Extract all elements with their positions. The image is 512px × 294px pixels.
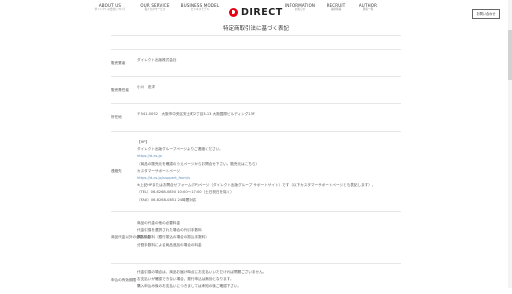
row-value: 【HP】 ダイレクト出版グループページよりご連絡ください。 https://d-… [137,139,375,204]
row-line: カスタマーサポートページ [137,168,180,173]
row-line: 購入申込み後のお支払いにつきましては承知の後ご確認下さい。 [137,284,242,289]
nav-about-us[interactable]: ABOUT US ダイレクトの会社について [92,4,128,12]
row-line: 購入手数料（銀行振込の場合の振込手数料） [137,235,209,240]
row-line: 代金引換を選択された場合の代引手数料 [137,228,202,233]
table-row: 申込の有効期限 代金引換の場合は、商品お届け時点にお支払いいただければ問題ござい… [111,263,401,294]
page-title: 特定商取引法に基づく表記 [222,26,289,32]
nav-our-service-sub: 私たちのサービス [144,8,166,11]
table-row: 連絡先 【HP】 ダイレクト出版グループページよりご連絡ください。 https:… [111,131,401,211]
row-line: 分割手数料による商品追加の場合の料金 [137,242,202,247]
row-label: 申込の有効期限 [111,278,137,282]
nav-recruit-sub: 採用情報 [330,8,342,11]
nav-author-sub: 著者一覧 [362,8,374,11]
row-value: 小川 忠洋 [137,84,155,91]
table-row: 販売責任者 小川 忠洋 [111,76,401,103]
scrollbar-thumb[interactable] [508,30,512,80]
row-label: 所在地 [111,115,122,119]
row-line: 小川 忠洋 [137,85,155,89]
row-line: （商品の販売元を確認のうえページからお問合せ下さい。販売元はこちら） [137,161,260,166]
table-row: 所在地 〒541-0052 大阪市中央区安土町2丁目3-13 大阪国際ビルディン… [111,103,401,131]
page-scrollbar[interactable] [508,0,512,288]
nav-our-service[interactable]: OUR SERVICE 私たちのサービス [137,4,173,12]
row-line: （TEL）06-6268-0850 10:00〜17:00（土日祝日を除く） [137,190,234,195]
row-line: 【HP】 [137,140,150,144]
row-line: （FAX）06-6268-0851 24時間対応 [137,197,197,202]
table-row: 商品代金以外の必要料金 商品の代金の他の必要料金 代金引換を選択された場合の代引… [111,211,401,263]
row-label: 販売業者 [111,61,126,65]
row-value: 代金引換の場合は、商品お届け時点にお支払いいただければ問題ございません。 お支払… [137,269,266,291]
row-line: 〒541-0052 大阪市中央区安土町2丁目3-13 大阪国際ビルディング13F [137,112,255,116]
nav-information[interactable]: INFORMATION お知らせ [280,4,320,12]
row-line: 代金引換の場合は、商品お届け時点にお支払いいただければ問題ございません。 [137,270,267,274]
row-label: 連絡先 [111,169,122,173]
table-row: 販売業者 ダイレクト出版株式会社 [111,49,401,76]
title-divider [111,35,401,36]
site-logo[interactable]: DIRECT [229,6,283,18]
row-label: 販売責任者 [111,88,129,92]
row-line: ダイレクト出版株式会社 [137,58,177,62]
support-form-link[interactable]: https://d-cs.jp/support_form/s [137,175,375,182]
hp-link[interactable]: https://d-cs.jp [137,153,375,160]
site-header: ABOUT US ダイレクトの会社について OUR SERVICE 私たちのサー… [0,0,512,22]
nav-business-model-sub: ビジネスモデル [190,8,210,11]
row-value: 〒541-0052 大阪市中央区安土町2丁目3-13 大阪国際ビルディング13F [137,111,255,118]
row-value: ダイレクト出版株式会社 [137,57,177,64]
legal-info-table: 販売業者 ダイレクト出版株式会社 販売責任者 小川 忠洋 所在地 〒541-00… [111,49,401,294]
logo-text: DIRECT [241,6,283,18]
nav-about-us-sub: ダイレクトの会社について [94,8,126,11]
nav-business-model[interactable]: BUSINESS MODEL ビジネスモデル [178,4,222,12]
row-line: ダイレクト出版グループページよりご連絡ください。 [137,147,223,152]
row-value: 商品の代金の他の必要料金 代金引換を選択された場合の代引手数料 購入手数料（銀行… [137,220,209,249]
nav-recruit[interactable]: RECRUIT 採用情報 [322,4,350,12]
row-line: 商品の代金の他の必要料金 [137,221,181,225]
row-line: ※上記HPまたはお問合せフォーム(TP)ページ（ダイレクト出版グループ サポート… [137,183,376,188]
nav-information-sub: お知らせ [294,8,306,11]
contact-button[interactable]: お問い合わせ [472,9,500,19]
logo-mark-icon [229,7,238,17]
nav-author[interactable]: AUTHOR 著者一覧 [354,4,382,12]
row-line: お支払いが確認できない場合、発行申込は無効となります。 [137,277,234,282]
